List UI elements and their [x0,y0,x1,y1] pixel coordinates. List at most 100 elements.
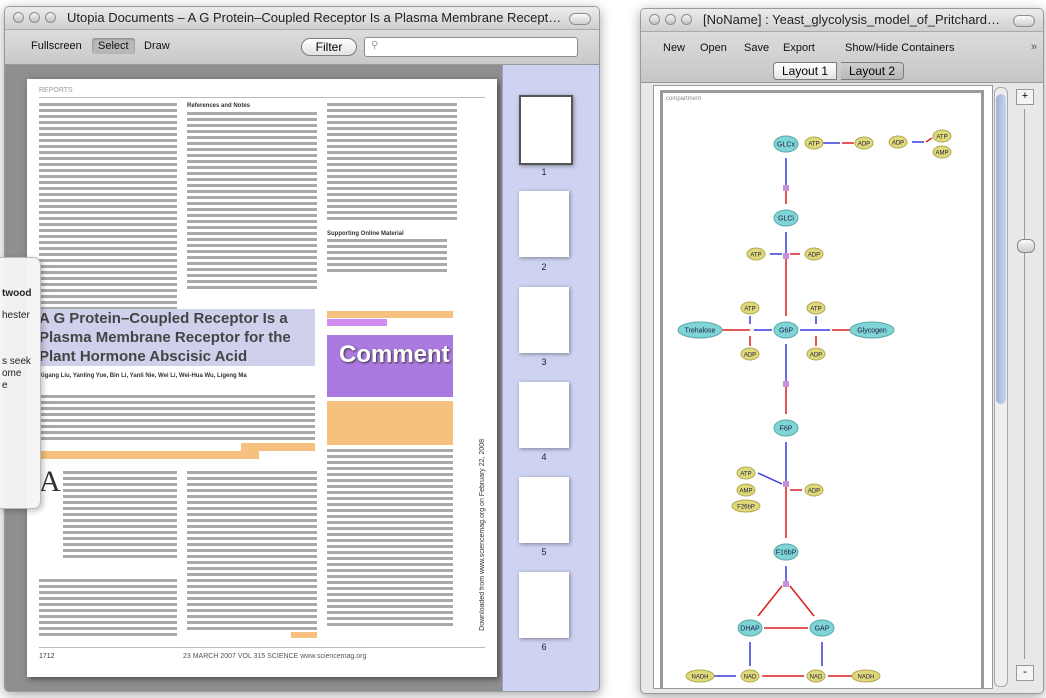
scrollbar-thumb[interactable] [996,94,1006,404]
species-node-adp[interactable]: ADP [854,136,874,150]
species-node-atp[interactable]: ATP [806,301,826,315]
thumbnail-page[interactable] [519,382,569,448]
highlight-annotation[interactable] [327,311,453,318]
species-node-adp[interactable]: ADP [804,247,824,261]
affiliations-text [39,579,177,639]
new-button[interactable]: New [663,42,685,54]
save-button[interactable]: Save [744,42,769,54]
network-canvas[interactable]: compartment GLCx ATP ADP ADP ATP AMP GLCi ATP AD… [653,85,993,689]
thumbnail-page[interactable] [519,572,569,638]
minimize-button[interactable] [29,12,40,23]
species-label: GLCx [777,142,795,149]
thumbnail-number: 5 [541,547,547,557]
close-button[interactable] [13,12,24,23]
species-node-atp[interactable]: ATP [740,301,760,315]
species-node-nadh[interactable]: NADH [685,669,715,683]
layout-1-tab[interactable]: Layout 1 [773,62,838,80]
species-node-glci[interactable]: GLCi [773,209,799,227]
close-button[interactable] [649,14,660,25]
highlight-annotation[interactable] [327,401,453,445]
substrate-edge[interactable] [757,472,783,485]
panel-line: e [2,380,8,391]
species-node-adp[interactable]: ADP [804,483,824,497]
reaction-node[interactable] [783,381,789,387]
highlight-annotation[interactable] [327,319,387,326]
open-button[interactable]: Open [700,42,727,54]
references-column-2 [327,103,457,223]
species-node-adp[interactable]: ADP [806,347,826,361]
export-button[interactable]: Export [783,42,815,54]
search-field[interactable]: ⚲ [364,37,578,57]
species-node-dhap[interactable]: DHAP [737,619,763,637]
species-node-atp[interactable]: ATP [932,129,952,143]
species-node-atp[interactable]: ATP [746,247,766,261]
product-edge[interactable] [925,137,933,143]
species-node-amp[interactable]: AMP [932,145,952,159]
species-node-amp[interactable]: AMP [736,483,756,497]
species-node-f26bp[interactable]: F26bP [731,499,761,513]
panel-line: ome [2,368,22,379]
layout-2-tab[interactable]: Layout 2 [841,62,905,80]
species-node-g6p[interactable]: G6P [773,321,799,339]
article-authors[interactable]: Xigang Liu, Yanling Yue, Bin Li, Yanli N… [39,373,315,379]
species-node-adp[interactable]: ADP [740,347,760,361]
species-node-glcx[interactable]: GLCx [773,135,799,153]
thumbnail-page[interactable] [519,191,569,257]
overflow-chevron-icon[interactable]: » [1031,41,1037,53]
species-node-atp[interactable]: ATP [804,136,824,150]
body-text-column [39,103,177,319]
body-text-column [187,471,317,633]
vertical-scrollbar[interactable] [994,87,1008,687]
search-icon: ⚲ [371,40,379,51]
product-edge[interactable] [789,585,815,617]
highlight-annotation[interactable] [291,632,317,638]
zoom-slider[interactable]: + - [1013,85,1037,687]
minimize-button[interactable] [665,14,676,25]
title-bar[interactable]: [NoName] : Yeast_glycolysis_model_of_Pri… [641,9,1043,32]
species-node-atp[interactable]: ATP [736,466,756,480]
thumbnail-page[interactable] [519,477,569,543]
document-view[interactable]: REPORTS References and Notes Supporting … [5,65,502,691]
sidebar-panel[interactable]: twood hester s seek ome e [0,257,41,509]
zoom-in-button[interactable]: + [1016,89,1034,105]
species-node-f16bp[interactable]: F16bP [773,543,799,561]
toolbar-toggle-button[interactable] [569,13,591,25]
species-node-trehalose[interactable]: Trehalose [677,321,723,339]
species-node-nad[interactable]: NAD [806,669,826,683]
fullscreen-button[interactable]: Fullscreen [25,38,88,54]
select-button[interactable]: Select [92,38,135,54]
thumbnail-page[interactable] [519,287,569,353]
thumbnail-page[interactable] [519,95,573,165]
species-node-f6p[interactable]: F6P [773,419,799,437]
toolbar-toggle-button[interactable] [1013,15,1035,27]
species-node-adp[interactable]: ADP [888,135,908,149]
zoom-slider-knob[interactable] [1017,239,1035,253]
pathway-graph[interactable]: GLCx ATP ADP ADP ATP AMP GLCi ATP ADP ATP ATP Treha… [654,86,992,688]
highlight-annotation[interactable] [39,451,259,459]
reaction-node[interactable] [783,481,789,487]
thumbnail-strip[interactable]: 1 2 3 4 5 6 [502,65,599,691]
zoom-out-button[interactable]: - [1016,665,1034,681]
filter-button[interactable]: Filter [301,38,357,56]
product-edge[interactable] [757,585,783,617]
draw-button[interactable]: Draw [138,38,176,54]
species-node-nadh[interactable]: NADH [851,669,881,683]
zoom-button[interactable] [45,12,56,23]
show-hide-containers-button[interactable]: Show/Hide Containers [845,42,954,54]
reaction-node[interactable] [783,185,789,191]
reaction-node[interactable] [783,581,789,587]
article-headline[interactable]: A G Protein–Coupled Receptor Is a Plasma… [39,309,315,366]
species-node-nad[interactable]: NAD [740,669,760,683]
species-node-gap[interactable]: GAP [809,619,835,637]
species-label: ATP [808,142,819,148]
article-page: REPORTS References and Notes Supporting … [27,79,497,677]
download-watermark: Downloaded from www.sciencemag.org on Fe… [479,439,486,631]
species-label: GAP [815,626,830,633]
zoom-button[interactable] [681,14,692,25]
reaction-node[interactable] [783,253,789,259]
highlight-annotation[interactable] [241,443,315,451]
species-node-glycogen[interactable]: Glycogen [849,321,895,339]
comment-label[interactable]: Comment [339,341,450,369]
title-bar[interactable]: Utopia Documents – A G Protein–Coupled R… [5,7,599,30]
window-title: [NoName] : Yeast_glycolysis_model_of_Pri… [703,12,1007,27]
